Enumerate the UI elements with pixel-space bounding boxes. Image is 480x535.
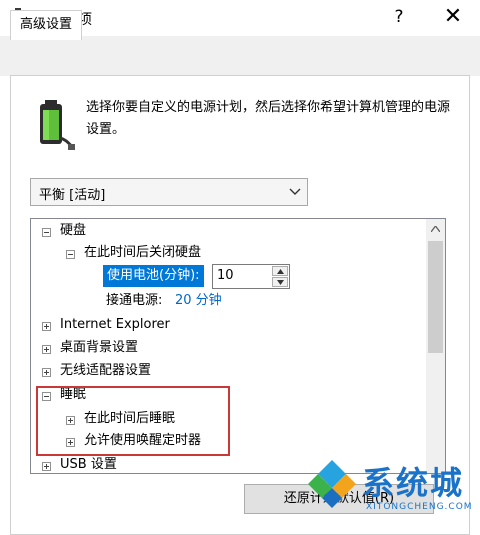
watermark-subtext: XITONGCHENG.COM	[366, 502, 473, 512]
arrow-up-icon	[277, 269, 284, 274]
chevron-down-icon	[289, 188, 301, 195]
collapse-hard-disk-icon[interactable]	[42, 228, 51, 237]
expand-usb-icon[interactable]	[42, 462, 51, 471]
on-battery-stepper[interactable]: 10	[212, 264, 290, 289]
tab-strip	[0, 36, 480, 76]
tree-item-usb[interactable]: USB 设置	[60, 454, 117, 472]
expand-desktop-bg-icon[interactable]	[42, 345, 51, 354]
on-battery-label[interactable]: 使用电池(分钟):	[103, 265, 204, 287]
tree-item-turn-off-disk[interactable]: 在此时间后关闭硬盘	[84, 242, 201, 264]
tab-advanced-settings[interactable]: 高级设置	[10, 10, 82, 40]
expand-wireless-icon[interactable]	[42, 368, 51, 377]
on-battery-value[interactable]: 10	[217, 268, 234, 283]
scroll-up-icon[interactable]	[431, 226, 440, 232]
close-button[interactable]: ✕	[440, 4, 466, 30]
sleep-highlight-box	[36, 386, 230, 456]
plugged-in-label: 接通电源:	[106, 293, 163, 308]
collapse-turn-off-disk-icon[interactable]	[66, 250, 75, 259]
tree-item-internet-explorer[interactable]: Internet Explorer	[60, 314, 170, 336]
watermark-logo-icon	[308, 460, 356, 508]
help-button[interactable]: ?	[388, 4, 410, 30]
tree-scrollbar[interactable]	[426, 219, 445, 473]
arrow-down-icon	[277, 280, 284, 285]
stepper-down-button[interactable]	[272, 277, 288, 287]
tree-item-desktop-background[interactable]: 桌面背景设置	[60, 337, 138, 359]
battery-plug-icon	[40, 100, 75, 150]
description-text: 选择你要自定义的电源计划，然后选择你希望计算机管理的电源设置。	[86, 100, 451, 137]
scrollbar-thumb[interactable]	[428, 241, 443, 353]
watermark: 系统城 XITONGCHENG.COM	[300, 452, 480, 530]
expand-ie-icon[interactable]	[42, 322, 51, 331]
tree-item-wireless-adapter[interactable]: 无线适配器设置	[60, 360, 151, 382]
tree-item-hard-disk[interactable]: 硬盘	[60, 220, 86, 242]
stepper-up-button[interactable]	[272, 266, 288, 276]
watermark-text: 系统城	[362, 464, 465, 502]
plugged-in-value-link[interactable]: 20 分钟	[175, 290, 222, 312]
power-plan-select[interactable]: 平衡 [活动]	[30, 178, 308, 206]
power-plan-value: 平衡 [活动]	[39, 188, 106, 203]
